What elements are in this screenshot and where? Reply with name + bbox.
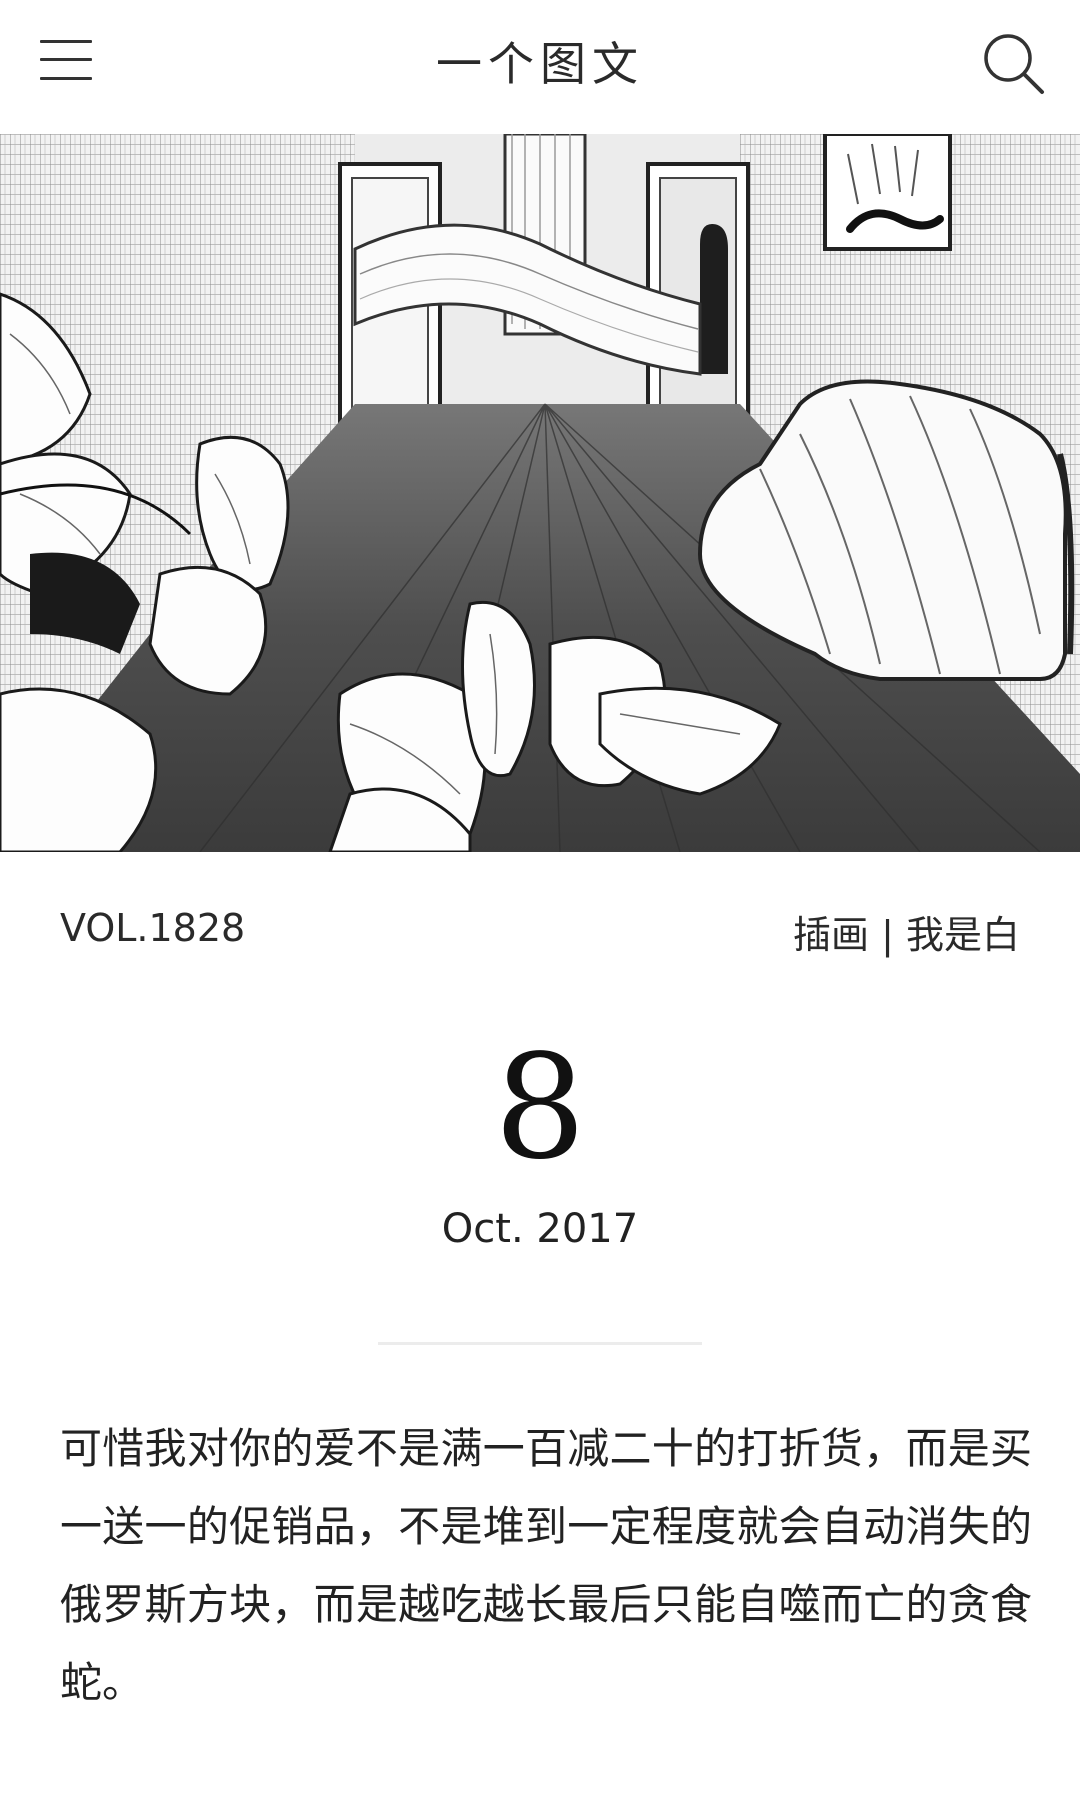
date-day: 8 (494, 1023, 586, 1191)
divider (378, 1342, 702, 1345)
quote-text: 可惜我对你的爱不是满一百减二十的打折货，而是买一送一的促销品，不是堆到一定程度就… (60, 1424, 1032, 1707)
search-icon[interactable] (972, 22, 1056, 106)
page-title: 一个图文 (436, 37, 644, 91)
top-bar: 一个图文 (0, 0, 1080, 134)
date-month-year: Oct. 2017 (441, 1206, 639, 1252)
illustration-credit: 插画 | 我是白 (793, 913, 1020, 957)
volume-number: VOL.1828 (60, 906, 246, 950)
illustration-image (0, 134, 1080, 852)
